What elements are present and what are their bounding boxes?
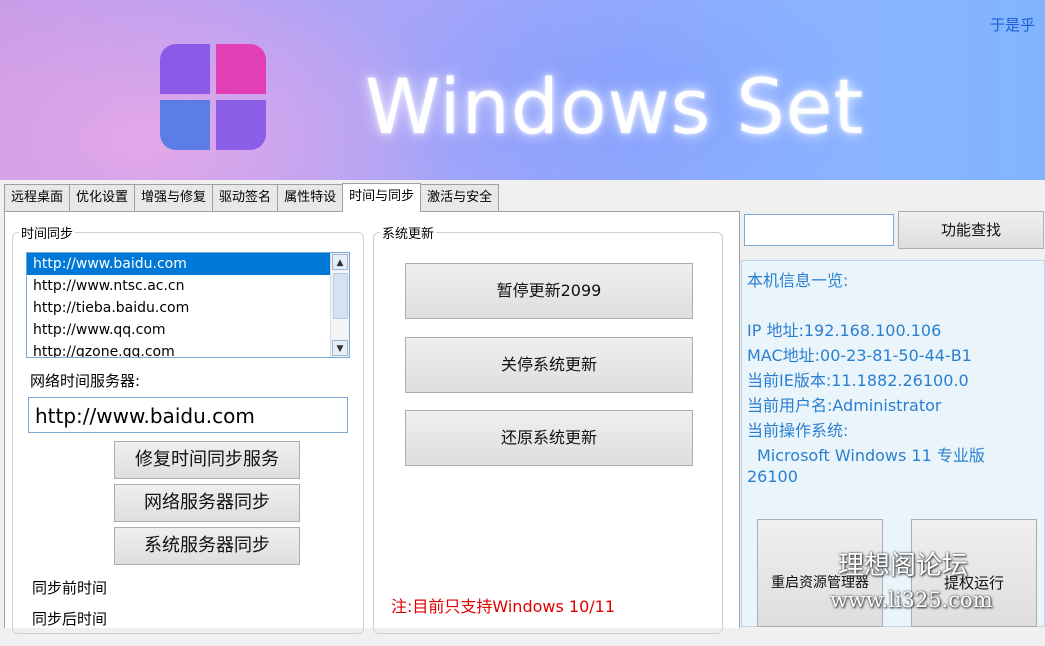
ip-address: IP 地址:192.168.100.106 <box>747 321 942 340</box>
tab-activation-security[interactable]: 激活与安全 <box>420 184 500 211</box>
feature-search-button[interactable]: 功能查找 <box>898 211 1044 249</box>
machine-info-heading: 本机信息一览: <box>747 271 849 290</box>
list-item[interactable]: http://www.ntsc.ac.cn <box>27 275 349 297</box>
pause-updates-button[interactable]: 暂停更新2099 <box>405 263 693 319</box>
watermark-title: 理想阁论坛 <box>838 551 969 581</box>
time-server-list[interactable]: http://www.baidu.com http://www.ntsc.ac.… <box>26 252 350 358</box>
tab-properties[interactable]: 属性特设 <box>277 184 344 211</box>
restore-updates-button[interactable]: 还原系统更新 <box>405 410 693 466</box>
before-sync-label: 同步前时间 <box>32 579 108 597</box>
server-input[interactable]: http://www.baidu.com <box>28 397 348 433</box>
network-sync-button[interactable]: 网络服务器同步 <box>114 484 300 522</box>
list-item[interactable]: http://www.baidu.com <box>27 253 349 275</box>
list-scrollbar[interactable]: ▲ ▼ <box>330 253 349 357</box>
after-sync-label: 同步后时间 <box>32 610 108 628</box>
os-name: Microsoft Windows 11 专业版 <box>757 446 985 465</box>
tab-remote-desktop[interactable]: 远程桌面 <box>4 184 71 211</box>
tab-time-sync[interactable]: 时间与同步 <box>342 183 422 212</box>
list-item[interactable]: http://tieba.baidu.com <box>27 297 349 319</box>
current-user: 当前用户名:Administrator <box>747 396 942 415</box>
scrollbar-thumb[interactable] <box>333 273 348 319</box>
app-title: Windows Set <box>365 62 865 151</box>
tab-bar: 远程桌面 优化设置 增强与修复 驱动签名 属性特设 时间与同步 激活与安全 <box>4 183 500 212</box>
list-item[interactable]: http://www.qq.com <box>27 319 349 341</box>
tab-enhance-repair[interactable]: 增强与修复 <box>134 184 214 211</box>
feature-search-input[interactable] <box>744 214 894 246</box>
time-sync-group-title: 时间同步 <box>19 223 76 242</box>
list-item[interactable]: http://qzone.qq.com <box>27 341 349 357</box>
support-notice: 注:目前只支持Windows 10/11 <box>391 597 616 616</box>
mac-address: MAC地址:00-23-81-50-44-B1 <box>747 346 972 365</box>
windows-logo-icon <box>160 44 266 150</box>
server-label: 网络时间服务器: <box>30 372 141 390</box>
tab-optimize[interactable]: 优化设置 <box>69 184 136 211</box>
system-update-group-title: 系统更新 <box>380 223 437 242</box>
chevron-down-icon[interactable]: ▼ <box>332 340 348 356</box>
tab-driver-signing[interactable]: 驱动签名 <box>212 184 279 211</box>
header-banner: Windows Set 于是乎 <box>0 0 1045 180</box>
os-build: 26100 <box>747 467 798 486</box>
repair-time-sync-button[interactable]: 修复时间同步服务 <box>114 441 300 479</box>
system-sync-button[interactable]: 系统服务器同步 <box>114 527 300 565</box>
disable-updates-button[interactable]: 关停系统更新 <box>405 337 693 393</box>
os-label: 当前操作系统: <box>747 421 849 440</box>
ie-version: 当前IE版本:11.1882.26100.0 <box>747 371 969 390</box>
chevron-up-icon[interactable]: ▲ <box>332 254 348 270</box>
watermark-url: www.li325.com <box>830 588 993 612</box>
author-link[interactable]: 于是乎 <box>990 14 1035 35</box>
